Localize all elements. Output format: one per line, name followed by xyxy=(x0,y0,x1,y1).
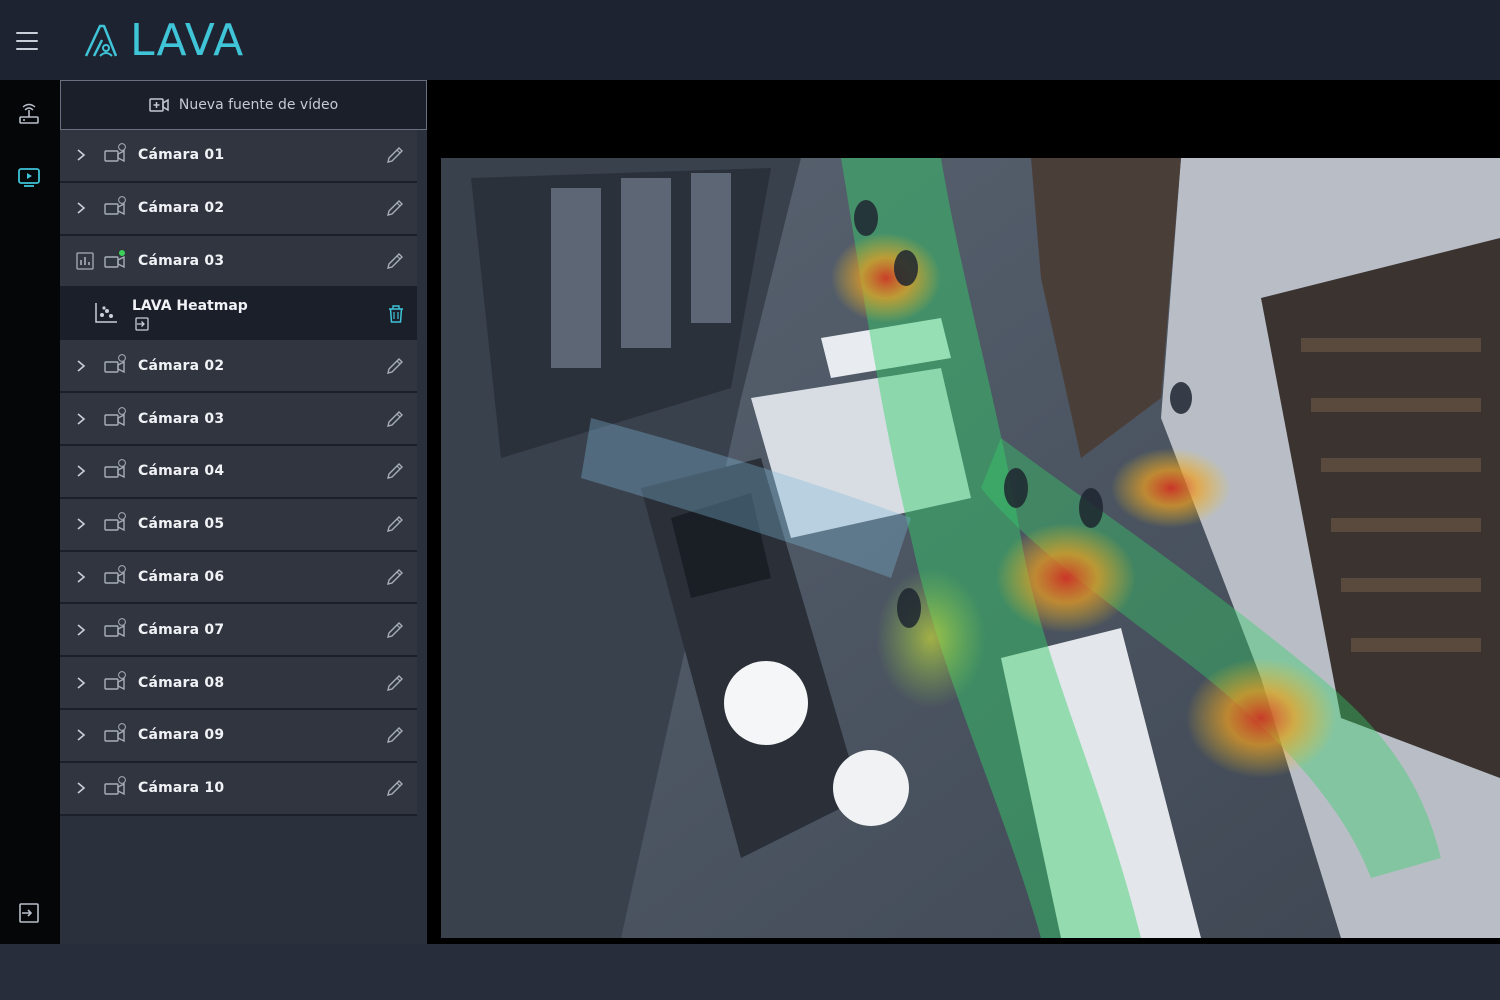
camera-row[interactable]: Cámara 09 xyxy=(60,709,417,763)
edit-icon[interactable] xyxy=(385,145,405,165)
video-viewer xyxy=(427,80,1500,944)
logout-icon[interactable] xyxy=(14,898,44,928)
camera-icon xyxy=(104,512,126,532)
camera-row[interactable]: Cámara 03 xyxy=(60,393,417,446)
enter-icon[interactable] xyxy=(134,316,150,332)
camera-icon xyxy=(104,143,126,163)
router-icon[interactable] xyxy=(14,100,44,130)
camera-icon xyxy=(104,196,126,216)
chevron-right-icon[interactable] xyxy=(76,728,86,742)
edit-icon[interactable] xyxy=(385,251,405,271)
edit-icon[interactable] xyxy=(385,356,405,376)
camera-icon xyxy=(104,670,126,690)
camera-label: Cámara 01 xyxy=(138,147,225,164)
chevron-right-icon[interactable] xyxy=(76,464,86,478)
camera-label: Cámara 03 xyxy=(138,410,225,427)
chevron-right-icon[interactable] xyxy=(76,676,86,690)
camera-row[interactable]: Cámara 07 xyxy=(60,604,417,658)
chart-icon[interactable] xyxy=(76,252,94,270)
edit-icon[interactable] xyxy=(385,409,405,429)
camera-list: Cámara 01 Cámara 02 Cámara 03 LAVA Heatmap C… xyxy=(60,130,417,816)
camera-label: Cámara 04 xyxy=(138,463,225,480)
chevron-right-icon[interactable] xyxy=(76,412,86,426)
camera-label: Cámara 09 xyxy=(138,727,225,744)
camera-label: Cámara 06 xyxy=(138,568,225,585)
camera-row[interactable]: Cámara 02 xyxy=(60,182,417,236)
top-bar: LAVA xyxy=(0,0,1500,80)
camera-label: Cámara 10 xyxy=(138,780,225,797)
edit-icon[interactable] xyxy=(385,778,405,798)
left-rail xyxy=(0,80,60,944)
add-video-icon xyxy=(149,98,169,112)
camera-row[interactable]: Cámara 10 xyxy=(60,762,417,816)
edit-icon[interactable] xyxy=(385,725,405,745)
camera-row[interactable]: Cámara 01 xyxy=(60,130,417,183)
trash-icon[interactable] xyxy=(387,304,405,324)
store-camera-image xyxy=(441,158,1500,938)
camera-panel: Nueva fuente de vídeo Cámara 01 Cámara 02… xyxy=(60,80,484,944)
edit-icon[interactable] xyxy=(385,620,405,640)
chevron-right-icon[interactable] xyxy=(76,570,86,584)
edit-icon[interactable] xyxy=(385,567,405,587)
camera-label: Cámara 08 xyxy=(138,674,225,691)
camera-icon xyxy=(104,406,126,426)
camera-row[interactable]: Cámara 06 xyxy=(60,551,417,605)
camera-row[interactable]: Cámara 05 xyxy=(60,498,417,552)
camera-icon xyxy=(104,723,126,743)
camera-label: Cámara 03 xyxy=(138,252,225,269)
new-source-label: Nueva fuente de vídeo xyxy=(178,97,339,113)
camera-label: Cámara 02 xyxy=(138,357,225,374)
edit-icon[interactable] xyxy=(385,673,405,693)
footer-bar xyxy=(0,944,1500,1000)
scatter-chart-icon xyxy=(95,303,117,324)
edit-icon[interactable] xyxy=(385,461,405,481)
camera-row[interactable]: Cámara 02 xyxy=(60,340,417,394)
camera-icon xyxy=(104,617,126,637)
app-logo: LAVA xyxy=(82,18,244,64)
video-player-icon[interactable] xyxy=(14,162,44,192)
camera-label: Cámara 02 xyxy=(138,200,225,217)
camera-row[interactable]: Cámara 03 xyxy=(60,235,417,289)
camera-icon xyxy=(104,249,126,269)
heatmap-label: LAVA Heatmap xyxy=(132,298,248,315)
chevron-right-icon[interactable] xyxy=(76,781,86,795)
heatmap-video-frame[interactable] xyxy=(441,158,1500,938)
edit-icon[interactable] xyxy=(385,198,405,218)
chevron-right-icon[interactable] xyxy=(76,517,86,531)
camera-icon xyxy=(104,565,126,585)
camera-label: Cámara 07 xyxy=(138,621,225,638)
camera-icon xyxy=(104,353,126,373)
camera-label: Cámara 05 xyxy=(138,516,225,533)
camera-icon xyxy=(104,776,126,796)
camera-icon xyxy=(104,459,126,479)
camera-row[interactable]: Cámara 08 xyxy=(60,657,417,710)
logo-text: LAVA xyxy=(130,15,245,66)
new-video-source-button[interactable]: Nueva fuente de vídeo xyxy=(60,80,427,130)
menu-icon[interactable] xyxy=(16,32,38,50)
chevron-right-icon[interactable] xyxy=(76,623,86,637)
edit-icon[interactable] xyxy=(385,514,405,534)
chevron-right-icon[interactable] xyxy=(76,201,86,215)
lava-logo-icon xyxy=(84,24,118,57)
chevron-right-icon[interactable] xyxy=(76,359,86,373)
chevron-right-icon[interactable] xyxy=(76,148,86,162)
heatmap-subitem[interactable]: LAVA Heatmap xyxy=(60,288,417,341)
camera-row[interactable]: Cámara 04 xyxy=(60,445,417,499)
